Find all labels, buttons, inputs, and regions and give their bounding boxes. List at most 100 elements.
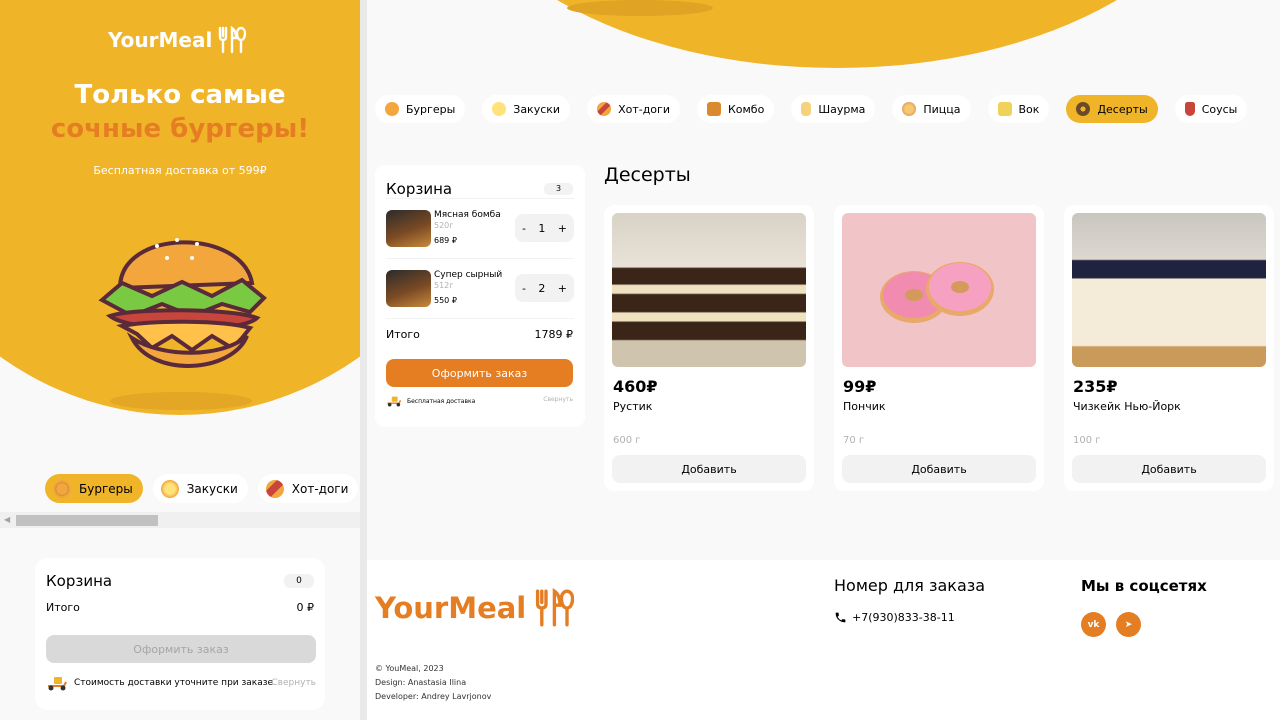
category-snacks[interactable]: Закуски [152,474,248,503]
product-price: 99₽ [843,377,877,396]
quantity-stepper: - 1 + [515,214,574,242]
developer-credit: Developer: Andrey Lavrjonov [375,692,492,701]
delivery-note-text: Бесплатная доставка [407,397,476,405]
delivery-note: Стоимость доставки уточните при заказе [46,675,273,691]
category-combo[interactable]: Комбо [696,95,775,123]
product-name: Пончик [843,400,886,413]
category-label: Десерты [1097,102,1148,116]
category-shawarma[interactable]: Шаурма [791,95,876,123]
divider [386,318,574,319]
footer: YourMeal © YouMeal, 2023 Design: Anastas… [367,560,1280,720]
cart-title: Корзина [46,572,113,590]
cart-item-image [386,270,431,307]
phone-icon [835,612,846,623]
burger-illustration [98,238,267,368]
category-wok[interactable]: Вок [987,95,1050,123]
order-button[interactable]: Оформить заказ [46,635,316,663]
add-button[interactable]: Добавить [612,455,806,483]
hero-background [447,0,1227,68]
cart-total-label: Итого [386,328,420,341]
desktop-cart: Корзина 3 Мясная бомба 520г 689 ₽ - 1 + … [375,165,585,427]
collapse-link[interactable]: Свернуть [543,396,573,403]
cart-title: Корзина [386,180,453,198]
product-image-donut [842,213,1036,367]
product-weight: 100 г [1073,435,1101,446]
phone-number: +7(930)833-38-11 [852,611,955,624]
social-heading: Мы в соцсетях [1081,577,1207,595]
telegram-icon[interactable]: ➤ [1116,612,1141,637]
cart-count-badge: 3 [544,183,573,195]
free-delivery-text: Бесплатная доставка от 599₽ [93,164,267,177]
footer-logo[interactable]: YourMeal [375,588,575,628]
burger-shadow [110,392,252,410]
decrement-button[interactable]: - [522,222,526,235]
snacks-icon [492,102,507,116]
product-name: Чизкейк Нью-Йорк [1073,400,1181,413]
product-price: 235₽ [1073,377,1118,396]
section-title: Десерты [604,164,691,186]
category-burgers[interactable]: Бургеры [375,95,466,123]
category-pizza[interactable]: Пицца [892,95,971,123]
cart-total-value: 0 ₽ [296,601,315,614]
category-label: Соусы [1201,102,1238,116]
product-image-cake [612,213,806,367]
add-button[interactable]: Добавить [842,455,1036,483]
footer-credits: © YouMeal, 2023 Design: Anastasia Ilina … [375,662,491,704]
increment-button[interactable]: + [558,282,567,295]
divider [386,198,574,199]
sauce-icon [1184,102,1195,116]
product-grid: 460₽ Рустик 600 г Добавить 99₽ Пончик 70… [604,205,1274,491]
cart-total-label: Итого [46,601,80,614]
hotdog-icon [597,102,612,116]
horizontal-scrollbar[interactable]: ◀ [0,512,360,528]
delivery-note: Бесплатная доставка [386,395,475,407]
decrement-button[interactable]: - [522,282,526,295]
category-burgers[interactable]: Бургеры [45,474,143,503]
social-links: vk ➤ [1081,612,1141,637]
category-desserts[interactable]: Десерты [1066,95,1158,123]
design-credit: Design: Anastasia Ilina [375,678,467,687]
phone-heading: Номер для заказа [834,576,986,595]
category-label: Хот-доги [291,481,349,496]
desktop-view: Бургеры Закуски Хот-доги Комбо Шаурма Пи… [367,0,1280,720]
product-price: 460₽ [613,377,658,396]
logo-text: YourMeal [375,591,527,625]
mobile-cart: Корзина 0 Итого 0 ₽ Оформить заказ Стоим… [35,558,325,710]
divider [386,258,574,259]
phone-link[interactable]: +7(930)833-38-11 [834,611,955,624]
snacks-icon [160,479,179,498]
scrollbar-thumb[interactable] [16,515,158,526]
cart-total-value: 1789 ₽ [534,328,574,341]
hero-title-line1: Только самые [74,80,286,110]
cart-item-weight: 520г [434,221,454,230]
category-hotdogs[interactable]: Хот-доги [257,474,359,503]
category-snacks[interactable]: Закуски [482,95,571,123]
burger-icon [53,479,71,498]
increment-button[interactable]: + [558,222,567,235]
category-label: Закуски [186,481,238,496]
delivery-scooter-icon [48,677,67,691]
delivery-note-text: Стоимость доставки уточните при заказе [74,678,274,688]
scroll-left-icon[interactable]: ◀ [4,515,10,524]
collapse-link[interactable]: Свернуть [271,678,316,688]
category-sauces[interactable]: Соусы [1174,95,1248,123]
quantity-value: 1 [538,221,546,235]
cart-item: Мясная бомба 520г 689 ₽ - 1 + [386,210,574,258]
copyright-text: © YouMeal, 2023 [375,664,444,673]
mobile-view: YourMeal Только самые сочные бургеры! Бе… [0,0,360,720]
donut-icon [1076,102,1091,116]
vk-icon[interactable]: vk [1081,612,1106,637]
add-button[interactable]: Добавить [1072,455,1266,483]
cutlery-icon [536,588,575,627]
product-weight: 70 г [843,435,865,446]
cart-count-badge: 0 [284,574,314,588]
product-card: 460₽ Рустик 600 г Добавить [604,205,814,491]
order-button[interactable]: Оформить заказ [386,359,573,387]
logo[interactable]: YourMeal [108,26,247,54]
wok-icon [997,102,1012,116]
cart-item-name: Супер сырный [434,270,503,280]
hero-shadow [567,0,713,16]
product-card: 99₽ Пончик 70 г Добавить [834,205,1044,491]
logo-text: YourMeal [108,28,213,52]
category-hotdogs[interactable]: Хот-доги [587,95,680,123]
